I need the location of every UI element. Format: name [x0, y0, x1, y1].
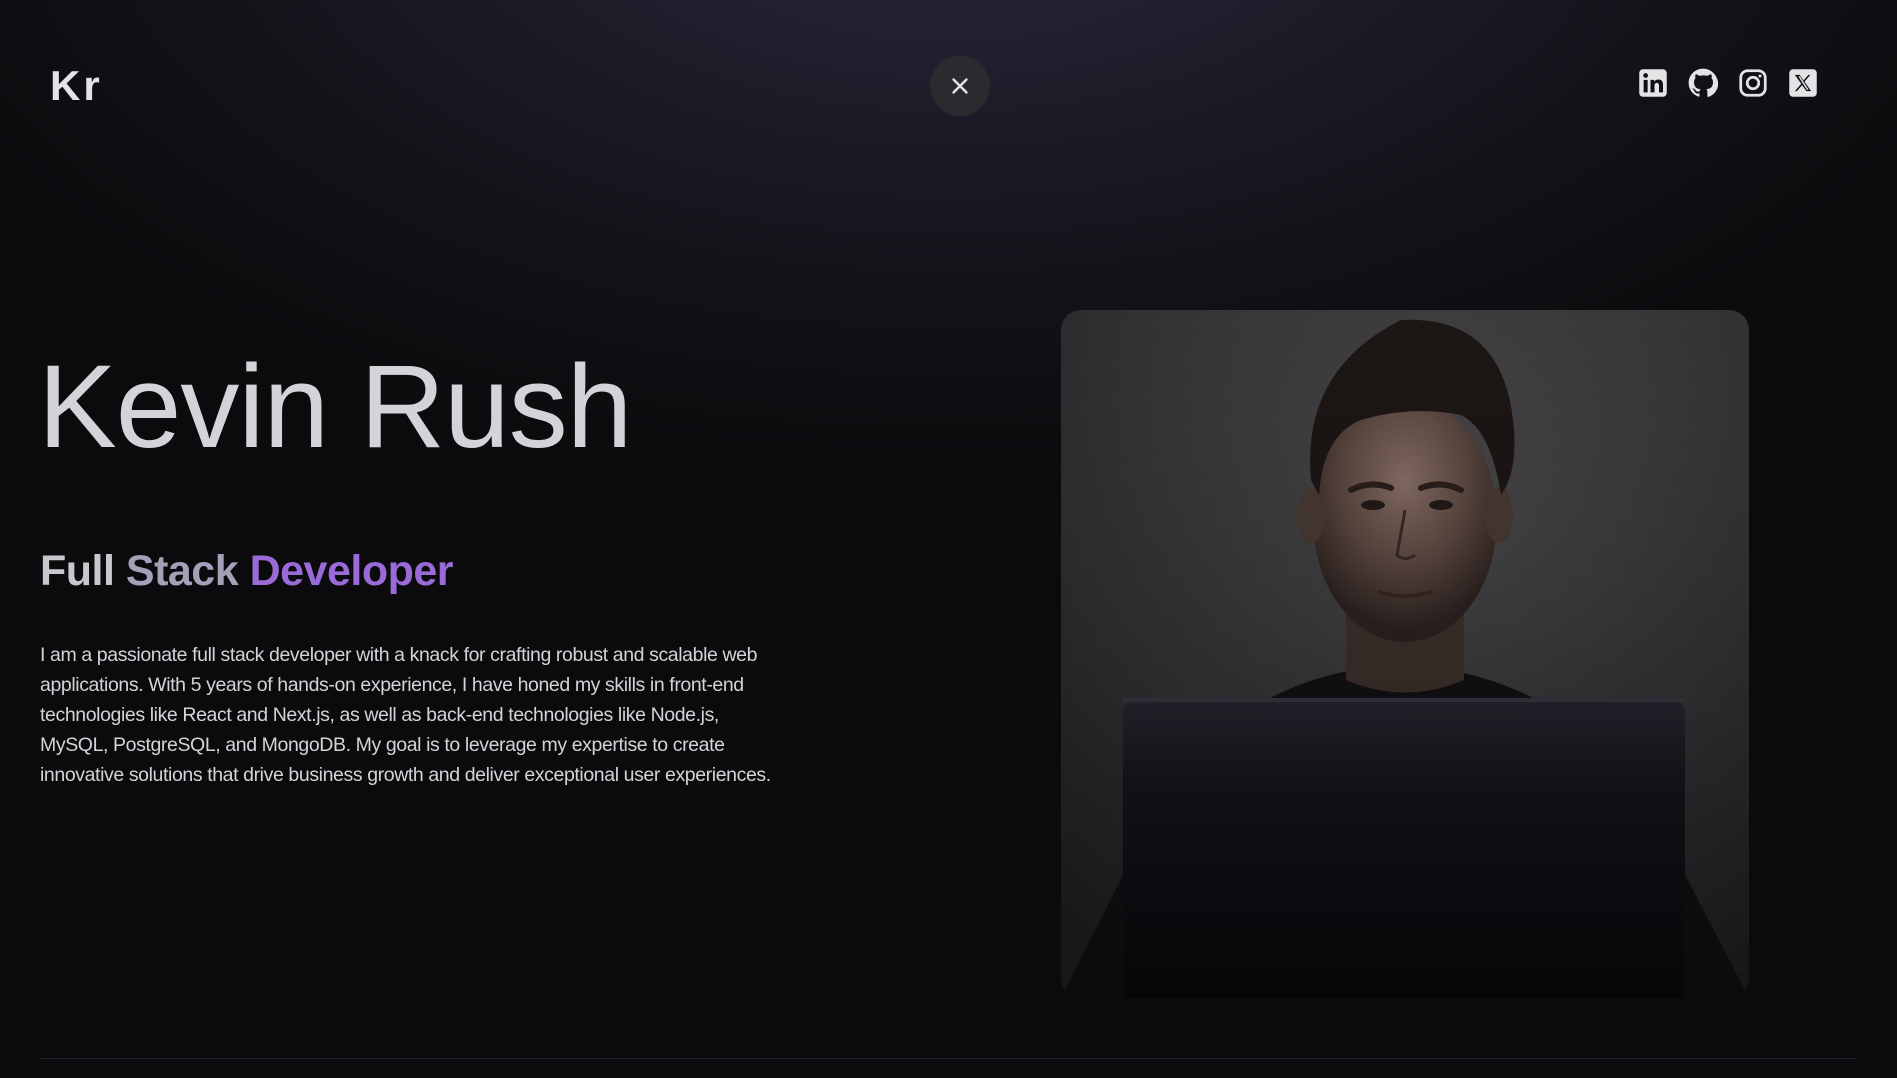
role-word-developer: Developer [249, 547, 454, 595]
hero-role: Full Stack Developer [40, 547, 454, 595]
instagram-link[interactable] [1738, 68, 1768, 98]
github-icon [1688, 68, 1718, 97]
linkedin-icon [1639, 69, 1667, 97]
role-word-stack: Stack [125, 547, 239, 595]
instagram-icon [1739, 69, 1767, 97]
section-divider [40, 1058, 1857, 1059]
x-twitter-link[interactable] [1788, 68, 1818, 98]
social-links [1638, 68, 1818, 98]
profile-photo-illustration [1061, 310, 1749, 998]
hero-name: Kevin Rush [38, 341, 632, 473]
site-logo[interactable]: Kr [50, 62, 103, 110]
linkedin-link[interactable] [1638, 68, 1668, 98]
github-link[interactable] [1688, 68, 1718, 98]
portfolio-page: Kr Kevin Rush Full Stack Developer I am … [0, 0, 1897, 1078]
hero-bio: I am a passionate full stack developer w… [40, 644, 771, 786]
close-menu-button[interactable] [930, 56, 990, 116]
x-twitter-icon [1789, 69, 1817, 97]
role-word-full: Full [40, 547, 115, 595]
close-icon [952, 78, 968, 94]
profile-photo [1061, 310, 1749, 998]
